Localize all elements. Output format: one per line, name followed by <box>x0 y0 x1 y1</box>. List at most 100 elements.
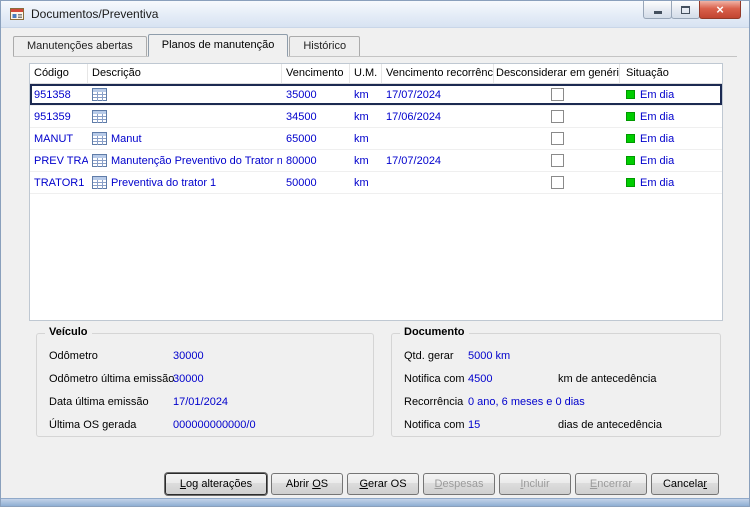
cell-desconsiderar <box>494 110 620 123</box>
button-label: E <box>590 478 597 490</box>
table-header: Código Descrição Vencimento U.M. Vencime… <box>30 64 722 84</box>
plan-icon <box>92 154 107 167</box>
cell-um: km <box>350 177 382 189</box>
maximize-button[interactable] <box>671 1 700 19</box>
status-green-icon <box>626 178 635 187</box>
column-header-vencimento-recorrencia[interactable]: Vencimento recorrência <box>382 64 494 83</box>
cell-descricao: Manutenção Preventivo do Trator nr 1 <box>88 154 282 167</box>
cell-vencimento: 34500 <box>282 111 350 123</box>
cell-vencimento: 80000 <box>282 155 350 167</box>
cell-descricao: Manut <box>88 132 282 145</box>
window-controls <box>644 1 741 19</box>
field-value: 30000 <box>173 373 204 385</box>
button-label: S <box>321 478 328 490</box>
desconsiderar-checkbox[interactable] <box>551 176 564 189</box>
field-row: Qtd. gerar5000 km <box>404 350 720 373</box>
field-row: Data última emissão17/01/2024 <box>49 396 373 419</box>
window-bottom-border <box>1 498 749 506</box>
cell-situacao: Em dia <box>620 155 722 167</box>
cell-um: km <box>350 89 382 101</box>
cell-desconsiderar <box>494 176 620 189</box>
cell-recorrencia: 17/07/2024 <box>382 89 494 101</box>
table-body: 951358 35000 km 17/07/2024 Em dia 951359 <box>30 84 722 194</box>
desconsiderar-checkbox[interactable] <box>551 154 564 167</box>
cell-codigo: PREV TRAT1 <box>30 155 88 167</box>
abrir-os-button[interactable]: Abrir OS <box>271 473 343 495</box>
field-value: 4500 <box>468 373 558 385</box>
table-row[interactable]: MANUT Manut 65000 km Em dia <box>30 128 722 150</box>
field-value: 000000000000/0 <box>173 419 256 431</box>
status-text: Em dia <box>640 177 674 189</box>
field-label: Notifica com <box>404 373 468 385</box>
field-suffix: km de antecedência <box>558 373 656 385</box>
table-row[interactable]: PREV TRAT1 Manutenção Preventivo do Trat… <box>30 150 722 172</box>
tab-historico[interactable]: Histórico <box>289 36 360 56</box>
app-icon <box>9 6 25 22</box>
cell-um: km <box>350 155 382 167</box>
cancelar-button[interactable]: Cancelar <box>651 473 719 495</box>
dialog-window: Documentos/Preventiva Manutenções aberta… <box>0 0 750 507</box>
table-row[interactable]: 951358 35000 km 17/07/2024 Em dia <box>30 84 722 106</box>
desconsiderar-checkbox[interactable] <box>551 110 564 123</box>
button-label: r <box>703 478 707 490</box>
field-value: 5000 km <box>468 350 558 362</box>
column-header-codigo[interactable]: Código <box>30 64 88 83</box>
button-row: Log alterações Abrir OS Gerar OS Despesa… <box>165 473 719 495</box>
status-green-icon <box>626 134 635 143</box>
cell-descricao <box>88 88 282 101</box>
table-row[interactable]: 951359 34500 km 17/06/2024 Em dia <box>30 106 722 128</box>
cell-situacao: Em dia <box>620 111 722 123</box>
descricao-text: Manutenção Preventivo do Trator nr 1 <box>111 155 282 167</box>
minimize-button[interactable] <box>643 1 672 19</box>
field-label: Notifica com <box>404 419 468 431</box>
status-green-icon <box>626 112 635 121</box>
tab-manutencoes-abertas[interactable]: Manutenções abertas <box>13 36 147 56</box>
field-label: Odômetro <box>49 350 173 362</box>
desconsiderar-checkbox[interactable] <box>551 132 564 145</box>
cell-desconsiderar <box>494 132 620 145</box>
button-label: Cancela <box>663 478 703 490</box>
field-label: Última OS gerada <box>49 419 173 431</box>
cell-recorrencia: 17/07/2024 <box>382 155 494 167</box>
cell-situacao: Em dia <box>620 89 722 101</box>
gerar-os-button[interactable]: Gerar OS <box>347 473 419 495</box>
cell-vencimento: 35000 <box>282 89 350 101</box>
close-icon <box>716 2 724 18</box>
cell-desconsiderar <box>494 88 620 101</box>
field-row: Última OS gerada000000000000/0 <box>49 419 373 442</box>
desconsiderar-checkbox[interactable] <box>551 88 564 101</box>
field-row: Notifica com15dias de antecedência <box>404 419 720 442</box>
button-label: O <box>312 478 321 490</box>
plan-icon <box>92 176 107 189</box>
column-header-vencimento[interactable]: Vencimento <box>282 64 350 83</box>
field-label: Qtd. gerar <box>404 350 468 362</box>
column-header-um[interactable]: U.M. <box>350 64 382 83</box>
cell-descricao: Preventiva do trator 1 <box>88 176 282 189</box>
table-row[interactable]: TRATOR1 Preventiva do trator 1 50000 km … <box>30 172 722 194</box>
column-header-descricao[interactable]: Descrição <box>88 64 282 83</box>
cell-vencimento: 50000 <box>282 177 350 189</box>
maximize-icon <box>681 6 690 14</box>
log-alteracoes-button[interactable]: Log alterações <box>165 473 267 495</box>
field-row: Odômetro última emissão30000 <box>49 373 373 396</box>
column-header-situacao[interactable]: Situação <box>620 64 722 83</box>
status-green-icon <box>626 90 635 99</box>
field-value: 15 <box>468 419 558 431</box>
plan-icon <box>92 88 107 101</box>
button-label: og alterações <box>186 478 252 490</box>
tab-strip: Manutenções abertas Planos de manutenção… <box>13 34 737 57</box>
tab-planos-de-manutencao[interactable]: Planos de manutenção <box>148 34 289 57</box>
column-header-desconsiderar[interactable]: Desconsiderar em genérico <box>494 64 620 83</box>
status-text: Em dia <box>640 111 674 123</box>
status-text: Em dia <box>640 155 674 167</box>
title-bar[interactable]: Documentos/Preventiva <box>1 1 749 28</box>
window-title: Documentos/Preventiva <box>31 7 158 21</box>
plans-table: Código Descrição Vencimento U.M. Vencime… <box>29 63 723 321</box>
cell-codigo: 951359 <box>30 111 88 123</box>
field-row: Odômetro30000 <box>49 350 373 373</box>
close-button[interactable] <box>699 1 741 19</box>
status-text: Em dia <box>640 89 674 101</box>
plan-icon <box>92 110 107 123</box>
cell-recorrencia: 17/06/2024 <box>382 111 494 123</box>
field-label: Recorrência <box>404 396 468 408</box>
